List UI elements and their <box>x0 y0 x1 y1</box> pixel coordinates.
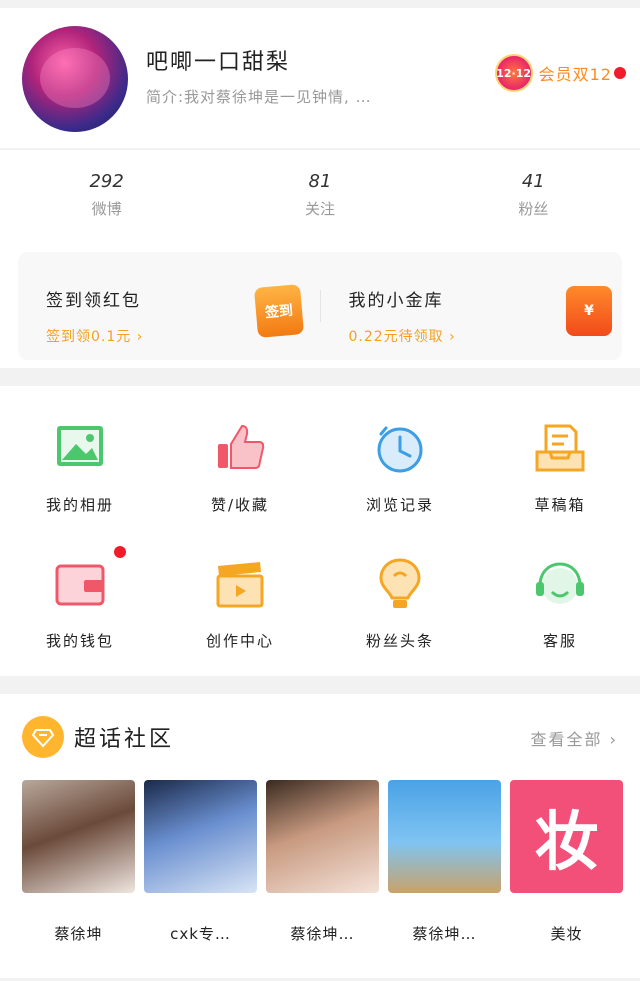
menu-label: 创作中心 <box>205 632 274 650</box>
menu-label: 浏览记录 <box>365 496 434 514</box>
vip-label: 会员双12 <box>538 65 612 84</box>
menu-item-drafts[interactable]: 草稿箱 <box>480 398 640 534</box>
community-title: 超话社区 <box>74 727 175 752</box>
topic-image <box>22 780 135 893</box>
menu-item-customer-service[interactable]: 客服 <box>480 534 640 670</box>
topic-name: 美妆 <box>550 925 583 943</box>
topic-image: 妆 <box>510 780 623 893</box>
menu-item-creator-center[interactable]: 创作中心 <box>160 534 320 670</box>
stat-label: 微博 <box>91 200 122 218</box>
menu-label: 我的相册 <box>45 496 114 514</box>
lightbulb-icon <box>379 558 421 608</box>
coin-icon: ¥ <box>566 286 612 336</box>
topic-name: 蔡徐坤… <box>290 925 355 943</box>
clock-icon <box>377 426 423 473</box>
stat-value: 41 <box>521 171 545 192</box>
stats-bar: 292 微博 81 关注 41 粉丝 <box>0 150 640 240</box>
topic-name: 蔡徐坤 <box>54 925 103 943</box>
menu-label: 粉丝头条 <box>365 632 434 650</box>
notification-dot <box>114 546 126 558</box>
topic-image <box>266 780 379 893</box>
signin-icon: 签到 <box>253 284 304 338</box>
clapperboard-icon <box>216 562 264 608</box>
profile-header: 吧唧一口甜梨 简介:我对蔡徐坤是一见钟情, … 12·12 会员双12 <box>0 8 640 148</box>
rewards-section: 签到领红包 签到领0.1元 › 签到 我的小金库 0.22元待领取 › ¥ <box>0 240 640 368</box>
rewards-card: 签到领红包 签到领0.1元 › 签到 我的小金库 0.22元待领取 › ¥ <box>18 252 622 360</box>
menu-label: 草稿箱 <box>534 496 586 514</box>
topic-card[interactable]: 蔡徐坤 <box>22 780 135 944</box>
topic-list: 蔡徐坤 cxk专… 蔡徐坤… 蔡徐坤… 妆 美妆 <box>22 780 623 944</box>
chevron-right-icon: › <box>609 730 618 749</box>
vip-badge-icon: 12·12 <box>494 54 533 92</box>
avatar[interactable] <box>22 26 128 132</box>
notification-dot <box>614 67 626 79</box>
menu-item-likes[interactable]: 赞/收藏 <box>160 398 320 534</box>
view-all-link[interactable]: 查看全部 › <box>530 726 618 750</box>
stat-value: 81 <box>308 171 332 192</box>
stat-followers[interactable]: 41 粉丝 <box>427 150 640 240</box>
username[interactable]: 吧唧一口甜梨 <box>146 44 290 76</box>
menu-label: 我的钱包 <box>45 632 114 650</box>
menu-item-fan-headlines[interactable]: 粉丝头条 <box>320 534 480 670</box>
headset-icon <box>536 562 584 604</box>
stat-following[interactable]: 81 关注 <box>213 150 426 240</box>
thumbs-up-icon <box>218 424 265 469</box>
stat-label: 关注 <box>304 200 335 218</box>
reward-subtitle: 0.22元待领取 › <box>348 329 456 345</box>
reward-title: 签到领红包 <box>46 291 141 311</box>
photo-icon <box>57 426 103 466</box>
menu-label: 客服 <box>542 632 577 650</box>
menu-item-wallet[interactable]: 我的钱包 <box>0 534 160 670</box>
menu-label: 赞/收藏 <box>210 496 270 514</box>
super-topic-community: 超话社区 查看全部 › 蔡徐坤 cxk专… 蔡徐坤… 蔡徐坤… 妆 美妆 <box>0 694 640 978</box>
wallet-icon <box>55 564 105 606</box>
view-all-label: 查看全部 <box>530 730 603 749</box>
bio-text[interactable]: 简介:我对蔡徐坤是一见钟情, … <box>146 86 372 107</box>
draft-box-icon <box>535 424 585 472</box>
stat-weibo[interactable]: 292 微博 <box>0 150 213 240</box>
signin-reward[interactable]: 签到领红包 签到领0.1元 › 签到 <box>18 252 320 360</box>
reward-subtitle: 签到领0.1元 › <box>46 329 144 345</box>
stat-value: 292 <box>89 171 124 192</box>
menu-item-history[interactable]: 浏览记录 <box>320 398 480 534</box>
topic-name: 蔡徐坤… <box>412 925 477 943</box>
vip-promo[interactable]: 12·12 会员双12 <box>494 54 626 92</box>
reward-title: 我的小金库 <box>348 291 444 311</box>
diamond-icon <box>22 716 64 758</box>
vault-reward[interactable]: 我的小金库 0.22元待领取 › ¥ <box>321 252 623 360</box>
topic-card[interactable]: 蔡徐坤… <box>388 780 501 944</box>
stat-label: 粉丝 <box>518 200 549 218</box>
topic-card[interactable]: 妆 美妆 <box>510 780 623 944</box>
topic-image <box>388 780 501 893</box>
menu-grid: 我的相册 赞/收藏 浏览记录 草稿箱 我的钱包 创作中心 粉丝头条 客服 <box>0 386 640 676</box>
menu-item-album[interactable]: 我的相册 <box>0 398 160 534</box>
topic-name: cxk专… <box>170 925 231 943</box>
topic-card[interactable]: cxk专… <box>144 780 257 944</box>
community-header: 超话社区 <box>22 716 174 758</box>
topic-card[interactable]: 蔡徐坤… <box>266 780 379 944</box>
topic-image <box>144 780 257 893</box>
